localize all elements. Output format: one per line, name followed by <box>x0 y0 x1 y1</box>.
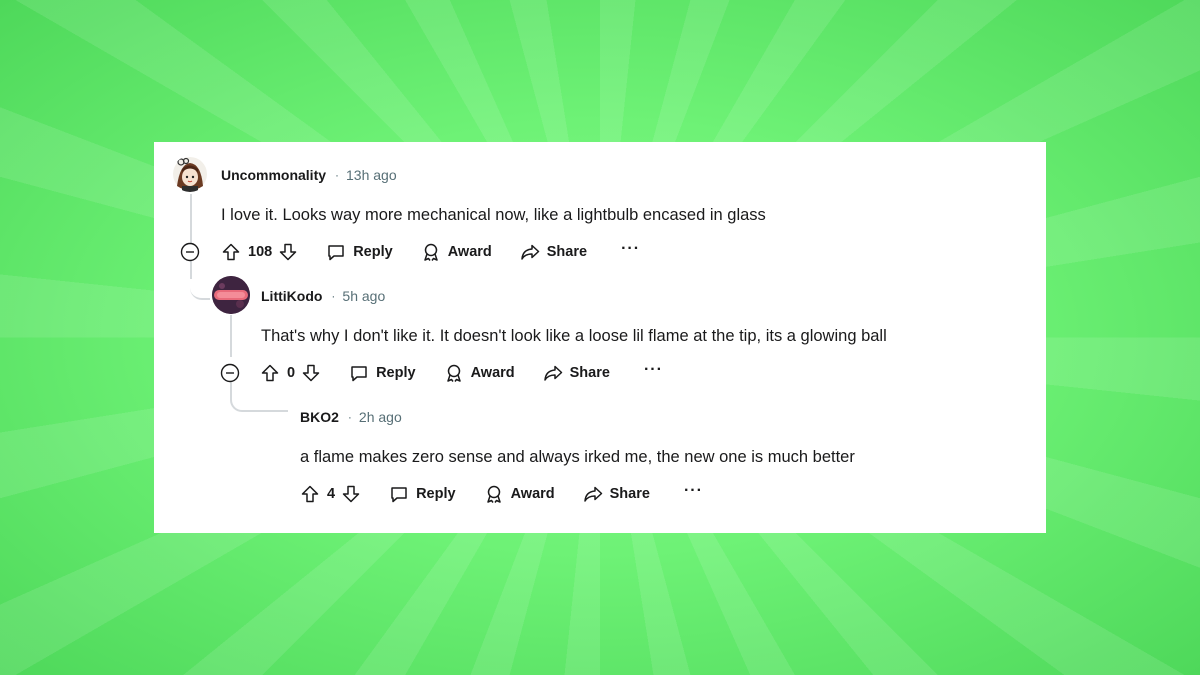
vote-score: 0 <box>287 365 296 381</box>
share-label: Share <box>609 486 650 502</box>
comment-thread-card: Uncommonality · 13h ago I love it. Looks… <box>154 142 1046 533</box>
share-icon <box>583 486 602 502</box>
thread-elbow <box>190 262 210 300</box>
share-button[interactable]: Share <box>520 242 587 262</box>
username[interactable]: LittiKodo <box>261 288 322 304</box>
award-icon <box>446 364 461 382</box>
thread-line[interactable] <box>230 315 232 357</box>
more-options-icon[interactable]: ··· <box>621 240 640 258</box>
comment-meta: BKO2 · 2h ago <box>300 407 402 427</box>
timestamp[interactable]: 2h ago <box>359 409 402 425</box>
award-label: Award <box>470 365 515 381</box>
downvote-icon[interactable] <box>301 363 321 383</box>
comment-bubble-icon <box>328 245 344 261</box>
more-options-icon[interactable]: ··· <box>684 482 703 500</box>
more-options-icon[interactable]: ··· <box>644 361 663 379</box>
comment-meta: Uncommonality · 13h ago <box>221 165 397 185</box>
comment-text: That's why I don't like it. It doesn't l… <box>261 327 887 345</box>
upvote-icon[interactable] <box>260 363 280 383</box>
share-button[interactable]: Share <box>543 363 610 383</box>
comment-actions: 4 Reply Award Share ··· <box>300 482 703 506</box>
collapse-icon <box>180 242 200 262</box>
award-label: Award <box>510 486 555 502</box>
comment-text: I love it. Looks way more mechanical now… <box>221 206 766 224</box>
downvote-icon[interactable] <box>341 484 361 504</box>
reply-button[interactable]: Reply <box>389 484 456 504</box>
username[interactable]: Uncommonality <box>221 167 326 183</box>
meta-separator: · <box>335 168 340 182</box>
vote-score: 108 <box>248 244 273 260</box>
avatar[interactable] <box>212 276 250 314</box>
reply-label: Reply <box>376 365 416 381</box>
avatar[interactable] <box>172 156 208 192</box>
meta-separator: · <box>347 410 352 424</box>
award-icon <box>423 243 438 261</box>
vote-score: 4 <box>327 486 336 502</box>
award-button[interactable]: Award <box>421 242 492 262</box>
comment-text: a flame makes zero sense and always irke… <box>300 448 855 466</box>
downvote-icon[interactable] <box>278 242 298 262</box>
comment-bubble-icon <box>391 487 407 503</box>
timestamp[interactable]: 5h ago <box>342 288 385 304</box>
award-button[interactable]: Award <box>444 363 515 383</box>
upvote-icon[interactable] <box>300 484 320 504</box>
reply-button[interactable]: Reply <box>326 242 393 262</box>
share-icon <box>543 365 562 381</box>
meta-separator: · <box>331 289 336 303</box>
award-label: Award <box>447 244 492 260</box>
collapse-button[interactable] <box>180 242 200 267</box>
share-label: Share <box>546 244 588 260</box>
award-button[interactable]: Award <box>484 484 555 504</box>
reply-button[interactable]: Reply <box>349 363 416 383</box>
comment-actions: 0 Reply Award Share ··· <box>260 361 663 385</box>
collapse-icon <box>220 363 240 383</box>
username[interactable]: BKO2 <box>300 409 339 425</box>
award-icon <box>486 485 501 503</box>
collapse-button[interactable] <box>220 363 240 388</box>
comment-actions: 108 Reply Award Share ··· <box>221 240 640 264</box>
upvote-icon[interactable] <box>221 242 241 262</box>
reply-label: Reply <box>416 486 456 502</box>
reply-label: Reply <box>353 244 393 260</box>
comment-bubble-icon <box>351 366 367 382</box>
timestamp[interactable]: 13h ago <box>346 167 397 183</box>
share-icon <box>521 244 540 260</box>
share-label: Share <box>569 365 610 381</box>
comment-meta: LittiKodo · 5h ago <box>261 286 385 306</box>
share-button[interactable]: Share <box>583 484 650 504</box>
